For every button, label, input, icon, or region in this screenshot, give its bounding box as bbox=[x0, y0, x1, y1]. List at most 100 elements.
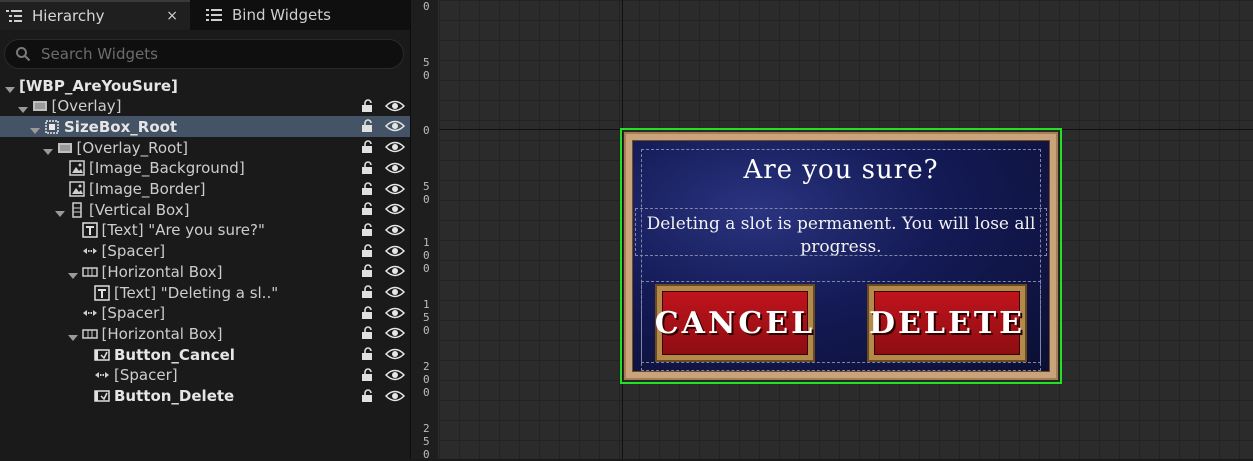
expand-arrow-icon[interactable] bbox=[55, 205, 65, 217]
expand-arrow-icon[interactable] bbox=[5, 81, 15, 93]
lock-icon[interactable] bbox=[360, 388, 374, 403]
ruler-label: 100 bbox=[423, 236, 430, 275]
lock-icon[interactable] bbox=[360, 98, 374, 113]
expand-arrow-icon[interactable] bbox=[67, 267, 78, 279]
spacer-icon bbox=[94, 367, 110, 383]
overlay-icon bbox=[32, 98, 48, 114]
hierarchy-panel: Hierarchy × Bind Widgets [WBP_AreYouSure… bbox=[0, 0, 411, 459]
tree-row-label: [Image_Background] bbox=[89, 159, 245, 178]
lock-icon[interactable] bbox=[360, 119, 374, 133]
visibility-eye-icon[interactable] bbox=[384, 389, 406, 403]
image-icon bbox=[69, 181, 85, 197]
visibility-eye-icon[interactable] bbox=[384, 140, 406, 154]
tree-row[interactable]: SizeBox_Root bbox=[0, 116, 410, 138]
tree-row[interactable]: Button_Cancel bbox=[0, 344, 410, 365]
visibility-eye-icon[interactable] bbox=[384, 306, 406, 320]
tree-row-label: [Spacer] bbox=[101, 304, 166, 323]
tree-row-label: [Spacer] bbox=[114, 366, 178, 385]
cancel-button[interactable]: CANCEL bbox=[655, 284, 815, 362]
visibility-eye-icon[interactable] bbox=[384, 99, 406, 113]
lock-icon[interactable] bbox=[360, 264, 374, 278]
lock-icon[interactable] bbox=[360, 243, 374, 258]
tree-row[interactable]: [WBP_AreYouSure] bbox=[0, 75, 410, 96]
tab-bind-widgets-label: Bind Widgets bbox=[232, 6, 331, 24]
text-icon bbox=[94, 284, 110, 301]
lock-icon[interactable] bbox=[360, 326, 374, 340]
lock-icon[interactable] bbox=[360, 347, 374, 361]
ruler-label: 150 bbox=[423, 298, 430, 337]
ruler-label: 50 bbox=[423, 180, 430, 206]
tree-row[interactable]: [Spacer] bbox=[0, 365, 410, 386]
visibility-eye-icon[interactable] bbox=[384, 202, 406, 216]
ruler-label: 250 bbox=[423, 422, 430, 461]
visibility-eye-icon[interactable] bbox=[384, 182, 406, 196]
vertical-ruler: 0 50 0 50 100 150 200 250 bbox=[411, 0, 439, 461]
tree-row[interactable]: [Horizontal Box] bbox=[0, 323, 410, 344]
overlay-icon bbox=[57, 140, 73, 156]
expand-arrow-icon[interactable] bbox=[42, 143, 53, 155]
tree-row[interactable]: [Overlay] bbox=[0, 96, 410, 117]
visibility-eye-icon[interactable] bbox=[384, 326, 406, 340]
expand-arrow-icon[interactable] bbox=[30, 122, 40, 134]
tree-row[interactable]: [Overlay_Root] bbox=[0, 137, 410, 158]
search-bar[interactable] bbox=[4, 39, 404, 69]
visibility-eye-icon[interactable] bbox=[384, 347, 406, 361]
expand-arrow-icon[interactable] bbox=[67, 329, 78, 341]
ruler-label: 200 bbox=[423, 360, 430, 399]
tree-row-label: [Text] "Are you sure?" bbox=[101, 221, 265, 240]
tree-row[interactable]: [Spacer] bbox=[0, 241, 410, 262]
selected-widget-outline[interactable]: Are you sure? Deleting a slot is permane… bbox=[620, 128, 1062, 384]
ruler-label: 0 bbox=[423, 124, 430, 137]
tree-row[interactable]: [Image_Border] bbox=[0, 179, 410, 200]
visibility-eye-icon[interactable] bbox=[384, 161, 406, 175]
tree-row-label: [WBP_AreYouSure] bbox=[19, 76, 178, 95]
tree-row-label: [Horizontal Box] bbox=[101, 262, 223, 281]
tree-row[interactable]: [Horizontal Box] bbox=[0, 261, 410, 282]
hbox-icon bbox=[81, 264, 98, 280]
dialog-border-frame: Are you sure? Deleting a slot is permane… bbox=[624, 132, 1058, 380]
delete-button-label: DELETE bbox=[869, 291, 1022, 355]
lock-icon[interactable] bbox=[360, 305, 374, 320]
dialog-background: Are you sure? Deleting a slot is permane… bbox=[632, 140, 1050, 372]
tree-row[interactable]: [Image_Background] bbox=[0, 158, 410, 179]
close-icon[interactable]: × bbox=[166, 8, 178, 24]
dialog-message: Deleting a slot is permanent. You will l… bbox=[646, 214, 1036, 257]
ruler-label: 0 bbox=[423, 0, 430, 13]
visibility-eye-icon[interactable] bbox=[384, 244, 406, 258]
hierarchy-icon bbox=[6, 10, 22, 22]
lock-icon[interactable] bbox=[360, 202, 374, 216]
spacer-icon bbox=[82, 305, 98, 321]
sizebox-icon bbox=[44, 119, 60, 135]
tab-hierarchy[interactable]: Hierarchy × bbox=[0, 0, 190, 30]
ruler-label: 50 bbox=[423, 56, 430, 82]
visibility-eye-icon[interactable] bbox=[384, 223, 406, 237]
visibility-eye-icon[interactable] bbox=[384, 119, 406, 133]
bind-widgets-icon bbox=[206, 9, 222, 21]
tree-row[interactable]: [Vertical Box] bbox=[0, 199, 410, 220]
visibility-eye-icon[interactable] bbox=[384, 285, 406, 299]
visibility-eye-icon[interactable] bbox=[384, 264, 406, 278]
vbox-icon bbox=[69, 201, 85, 218]
visibility-eye-icon[interactable] bbox=[384, 368, 406, 382]
lock-icon[interactable] bbox=[360, 285, 374, 299]
tab-bind-widgets[interactable]: Bind Widgets bbox=[200, 0, 370, 30]
lock-icon[interactable] bbox=[360, 161, 374, 175]
lock-icon[interactable] bbox=[360, 140, 374, 154]
image-icon bbox=[69, 160, 85, 177]
lock-icon[interactable] bbox=[360, 368, 374, 382]
tree-row[interactable]: [Text] "Are you sure?" bbox=[0, 220, 410, 241]
tree-row-label: [Spacer] bbox=[101, 242, 166, 261]
search-input[interactable] bbox=[39, 44, 383, 64]
lock-icon[interactable] bbox=[360, 223, 374, 237]
tab-bar: Hierarchy × Bind Widgets bbox=[0, 0, 410, 30]
tree-row[interactable]: Button_Delete bbox=[0, 386, 410, 407]
tree-row[interactable]: [Text] "Deleting a sl.." bbox=[0, 282, 410, 303]
delete-button[interactable]: DELETE bbox=[867, 284, 1027, 362]
spacer-icon bbox=[82, 243, 98, 259]
expand-arrow-icon[interactable] bbox=[17, 101, 28, 114]
tab-hierarchy-label: Hierarchy bbox=[32, 7, 105, 25]
lock-icon[interactable] bbox=[360, 181, 374, 196]
tree-row-label: [Overlay_Root] bbox=[76, 138, 189, 157]
hbox-icon bbox=[81, 326, 98, 342]
tree-row[interactable]: [Spacer] bbox=[0, 303, 410, 324]
